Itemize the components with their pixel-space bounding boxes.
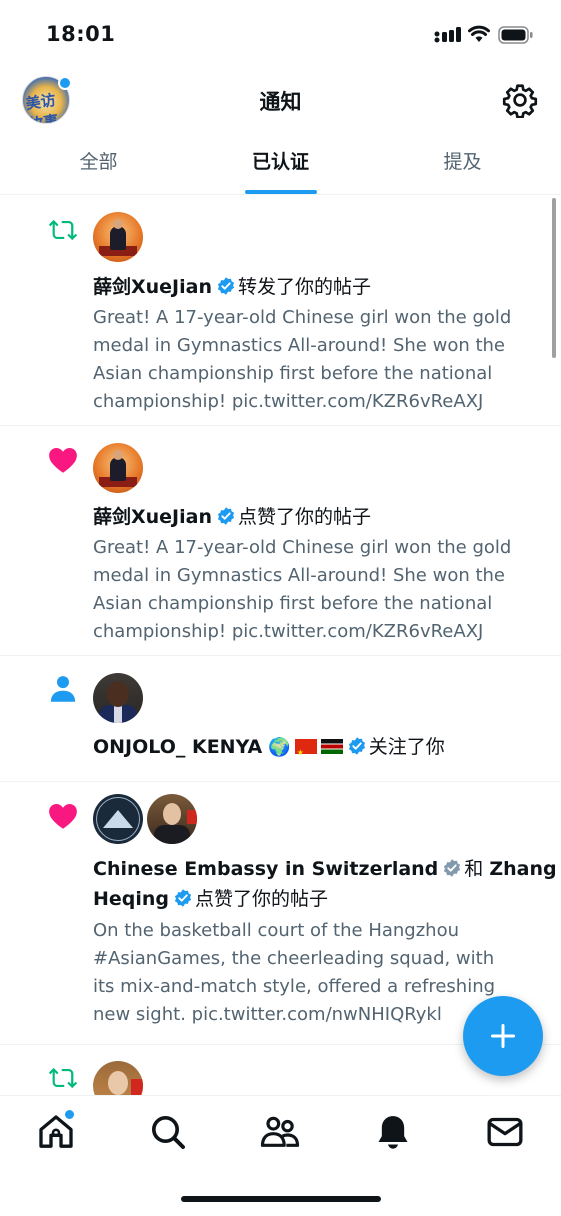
notification-header: 薛剑XueJian 转发了你的帖子 [93, 272, 543, 302]
avatar[interactable] [93, 673, 143, 723]
action-text: 关注了你 [368, 736, 445, 758]
avatar[interactable] [93, 794, 143, 844]
post-text-line: Asian championship first before the nati… [93, 363, 493, 384]
notification-item[interactable]: 薛剑XueJian 点赞了你的帖子 Great! A 17-year-old Ch… [0, 426, 561, 656]
verified-badge-icon [217, 507, 235, 525]
notification-header: 薛剑XueJian 点赞了你的帖子 [93, 502, 543, 532]
verified-badge-icon [217, 277, 235, 295]
settings-gear-icon[interactable] [502, 82, 538, 118]
tab-bar: 全部 已认证 提及 [0, 132, 561, 195]
notification-header: Chinese Embassy in Switzerland 和 Zhang [93, 854, 557, 884]
avatar[interactable] [147, 794, 197, 844]
tab-label: 提及 [443, 151, 482, 173]
actor-name[interactable]: 薛剑XueJian [93, 276, 212, 298]
post-text-line: its mix-and-match style, offered a refre… [93, 976, 496, 997]
action-text: 点赞了你的帖子 [238, 506, 372, 528]
communities-icon[interactable] [260, 1112, 300, 1152]
post-preview-text: Great! A 17-year-old Chinese girl won th… [93, 304, 543, 416]
avatar[interactable] [93, 1061, 143, 1095]
post-text-line: Asian championship first before the nati… [93, 593, 493, 614]
header: 美访故事 通知 [0, 70, 561, 130]
tab-label: 已认证 [251, 151, 309, 173]
actor-name[interactable]: 薛剑XueJian [93, 506, 212, 528]
actor-name[interactable]: Heqing [93, 888, 169, 910]
post-text-line: medal in Gymnastics All-around! She won … [93, 335, 505, 356]
retweet-icon [48, 1067, 78, 1089]
notification-item[interactable]: 薛剑XueJian 转发了你的帖子 Great! A 17-year-old Ch… [0, 195, 561, 426]
actor-name[interactable]: ONJOLO_ KENYA [93, 736, 262, 758]
verified-badge-icon [174, 889, 192, 907]
bell-icon[interactable] [373, 1112, 413, 1152]
tab-active-indicator [244, 190, 317, 194]
bottom-navigation [0, 1095, 561, 1216]
post-text-line: medal in Gymnastics All-around! She won … [93, 565, 505, 586]
post-text-line: championship! pic.twitter.com/KZR6vReAXJ [93, 391, 484, 412]
globe-emoji: 🌍 [268, 737, 291, 758]
post-text-line: #AsianGames, the cheerleading squad, wit… [93, 948, 495, 969]
tab-all[interactable]: 全部 [5, 132, 192, 194]
home-indicator-bar [181, 1196, 381, 1202]
verified-badge-icon [348, 737, 365, 755]
mail-icon[interactable] [485, 1112, 525, 1152]
notification-header: ONJOLO_ KENYA 🌍 关注了你 [93, 732, 543, 768]
plus-icon [491, 1024, 515, 1048]
post-text-line: championship! pic.twitter.com/KZR6vReAXJ [93, 621, 484, 642]
tab-label: 全部 [79, 151, 118, 173]
status-bar: 18:01 [0, 0, 561, 66]
tab-verified[interactable]: 已认证 [187, 132, 374, 194]
retweet-icon [48, 219, 78, 241]
action-text: 转发了你的帖子 [238, 276, 372, 298]
post-preview-text: Great! A 17-year-old Chinese girl won th… [93, 534, 543, 646]
wifi-icon [468, 25, 490, 42]
signal-icon [434, 27, 461, 43]
notification-header-continued: Heqing 点赞了你的帖子 [93, 884, 543, 914]
action-text: 点赞了你的帖子 [195, 888, 329, 910]
avatar[interactable] [93, 212, 143, 262]
status-time: 18:01 [46, 22, 116, 46]
scrollbar[interactable] [552, 198, 556, 358]
avatar[interactable] [93, 443, 143, 493]
actor-name[interactable]: Zhang [489, 858, 556, 880]
notification-item[interactable]: ONJOLO_ KENYA 🌍 关注了你 [0, 656, 561, 782]
conjunction-text: 和 [464, 858, 484, 880]
post-text-line: Great! A 17-year-old Chinese girl won th… [93, 537, 512, 558]
kenya-flag-icon [320, 739, 343, 754]
post-text-line: Great! A 17-year-old Chinese girl won th… [93, 307, 512, 328]
heart-icon [49, 804, 77, 829]
compose-button[interactable] [463, 996, 543, 1076]
actor-name[interactable]: Chinese Embassy in Switzerland [93, 858, 438, 880]
search-icon[interactable] [148, 1112, 188, 1152]
china-flag-icon [294, 738, 317, 768]
heart-icon [49, 448, 77, 473]
verified-gray-badge-icon [444, 859, 461, 877]
home-unread-dot [63, 1108, 76, 1121]
post-text-line: On the basketball court of the Hangzhou [93, 920, 459, 941]
person-icon [50, 676, 76, 702]
notification-feed[interactable]: 薛剑XueJian 转发了你的帖子 Great! A 17-year-old Ch… [0, 195, 561, 1095]
battery-icon [498, 26, 533, 44]
tab-mentions[interactable]: 提及 [369, 132, 556, 194]
page-title: 通知 [259, 90, 302, 114]
